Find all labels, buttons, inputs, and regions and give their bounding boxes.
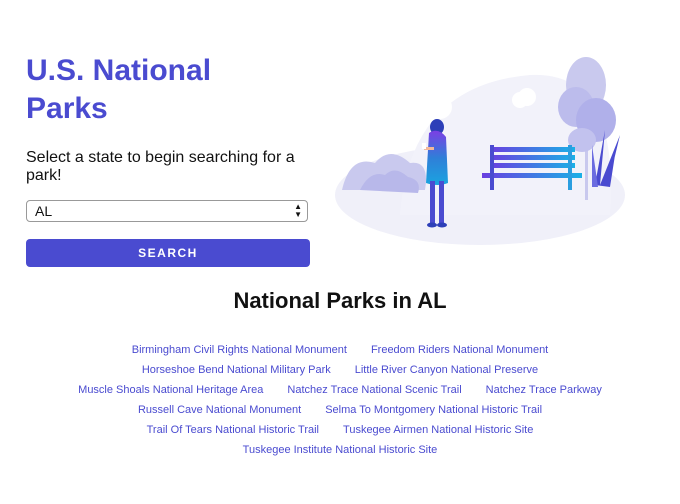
select-arrows-icon: ▲ ▼	[294, 202, 302, 219]
park-link[interactable]: Trail Of Tears National Historic Trail	[147, 420, 319, 440]
park-list: Birmingham Civil Rights National Monumen…	[60, 340, 620, 460]
park-link[interactable]: Russell Cave National Monument	[138, 400, 301, 420]
park-link[interactable]: Muscle Shoals National Heritage Area	[78, 380, 263, 400]
search-prompt: Select a state to begin searching for a …	[26, 149, 295, 184]
person-with-park-bench-illustration	[335, 57, 625, 245]
park-link[interactable]: Natchez Trace National Scenic Trail	[287, 380, 461, 400]
state-select[interactable]: AL ▲ ▼	[26, 200, 308, 222]
park-link[interactable]: Birmingham Civil Rights National Monumen…	[132, 340, 347, 360]
park-link[interactable]: Tuskegee Airmen National Historic Site	[343, 420, 533, 440]
state-select-value: AL	[35, 203, 53, 219]
page-title: U.S. National Parks	[26, 54, 212, 125]
park-link[interactable]: Tuskegee Institute National Historic Sit…	[243, 440, 438, 460]
park-link[interactable]: Selma To Montgomery National Historic Tr…	[325, 400, 542, 420]
park-link[interactable]: Little River Canyon National Preserve	[355, 360, 538, 380]
results-heading: National Parks in AL	[233, 288, 447, 313]
park-link[interactable]: Natchez Trace Parkway	[486, 380, 602, 400]
park-link[interactable]: Horseshoe Bend National Military Park	[142, 360, 331, 380]
park-link[interactable]: Freedom Riders National Monument	[371, 340, 548, 360]
search-button[interactable]: SEARCH	[26, 239, 310, 267]
